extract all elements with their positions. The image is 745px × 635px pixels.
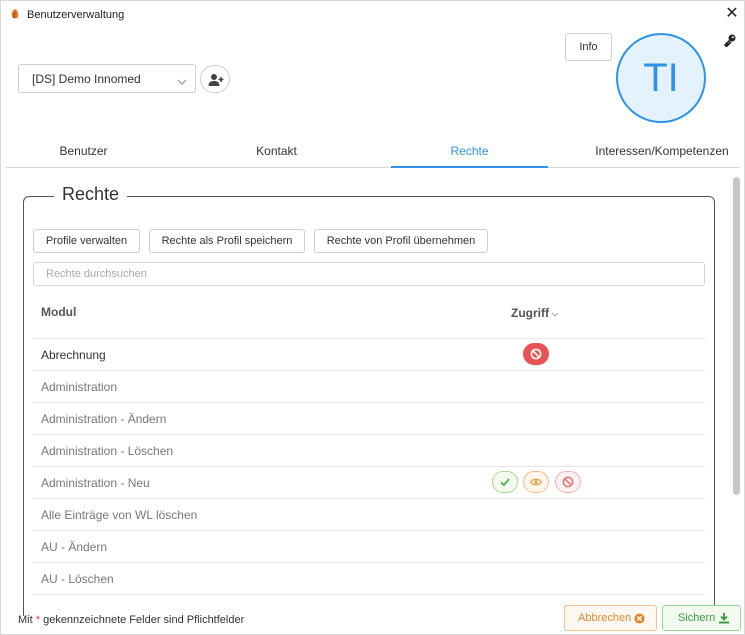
access-deny-button[interactable] (555, 471, 581, 493)
save-rights-as-profile-button[interactable]: Rechte als Profil speichern (149, 229, 305, 253)
tab-rechte[interactable]: Rechte (391, 138, 548, 168)
cancel-circle-icon (634, 613, 645, 624)
sort-chevron-icon (551, 307, 559, 321)
chevron-down-icon (177, 74, 187, 85)
app-icon (9, 8, 21, 21)
tab-kontakt[interactable]: Kontakt (198, 138, 355, 168)
module-name: Administration - Neu (41, 476, 150, 490)
table-row[interactable]: Administration (33, 371, 705, 403)
module-name: Alle Einträge von WL löschen (41, 508, 198, 522)
column-header-module[interactable]: Modul (41, 305, 76, 319)
add-user-button[interactable] (200, 65, 230, 93)
cancel-button[interactable]: Abbrechen (564, 605, 657, 631)
ban-icon (562, 476, 574, 488)
download-icon (719, 613, 729, 624)
apply-rights-from-profile-button[interactable]: Rechte von Profil übernehmen (314, 229, 488, 253)
table-row[interactable]: Administration - Löschen (33, 435, 705, 467)
eye-icon (530, 478, 542, 486)
window-title: Benutzerverwaltung (27, 9, 125, 21)
rights-search-input[interactable] (33, 262, 705, 286)
rights-legend: Rechte (54, 184, 128, 205)
cancel-button-label: Abbrechen (578, 612, 632, 624)
module-name: Abrechnung (41, 348, 106, 362)
ban-icon (530, 348, 542, 360)
key-icon[interactable] (723, 33, 737, 48)
close-icon: ✕ (725, 5, 739, 22)
company-select-value: [DS] Demo Innomed (32, 72, 141, 86)
column-header-access-label: Zugriff (511, 306, 549, 320)
module-name: Administration - Ändern (41, 412, 167, 426)
tab-bar: Benutzer Kontakt Rechte Interessen/Kompe… (5, 138, 740, 168)
table-row[interactable]: Administration - Neu (33, 467, 705, 499)
required-star: * (35, 614, 41, 626)
table-row[interactable]: Administration - Ändern (33, 403, 705, 435)
module-name: AU - Löschen (41, 572, 114, 586)
info-button[interactable]: Info (565, 33, 612, 61)
scrollbar-thumb[interactable] (733, 177, 740, 495)
avatar[interactable]: TI (616, 33, 706, 123)
check-icon (500, 478, 510, 487)
save-button[interactable]: Sichern (662, 605, 741, 631)
manage-profiles-button[interactable]: Profile verwalten (33, 229, 140, 253)
tab-interessen-kompetenzen[interactable]: Interessen/Kompetenzen (584, 138, 740, 168)
add-user-icon (208, 74, 224, 86)
access-read-button[interactable] (523, 471, 549, 493)
tab-benutzer[interactable]: Benutzer (5, 138, 162, 168)
company-select[interactable]: [DS] Demo Innomed (18, 64, 196, 93)
save-button-label: Sichern (678, 612, 716, 624)
user-management-window: Benutzerverwaltung ✕ [DS] Demo Innomed I… (0, 0, 745, 635)
required-fields-note: Mit * gekennzeichnete Felder sind Pflich… (18, 614, 244, 626)
column-header-access[interactable]: Zugriff (511, 306, 559, 321)
title-bar: Benutzerverwaltung ✕ (1, 1, 744, 29)
access-allow-button[interactable] (492, 471, 518, 493)
module-name: Administration (41, 380, 118, 394)
module-name: AU - Ändern (41, 540, 108, 554)
module-name: Administration - Löschen (41, 444, 174, 458)
table-row[interactable]: AU - Löschen (33, 563, 705, 595)
access-deny-button[interactable] (523, 343, 549, 365)
close-button[interactable]: ✕ (723, 5, 741, 23)
table-row[interactable]: Alle Einträge von WL löschen (33, 499, 705, 531)
scrollbar[interactable] (732, 177, 741, 597)
required-note-suffix: gekennzeichnete Felder sind Pflichtfelde… (43, 614, 245, 626)
table-row[interactable]: AU - Ändern (33, 531, 705, 563)
table-row[interactable]: Abrechnung (33, 339, 705, 371)
required-note-prefix: Mit (18, 614, 33, 626)
